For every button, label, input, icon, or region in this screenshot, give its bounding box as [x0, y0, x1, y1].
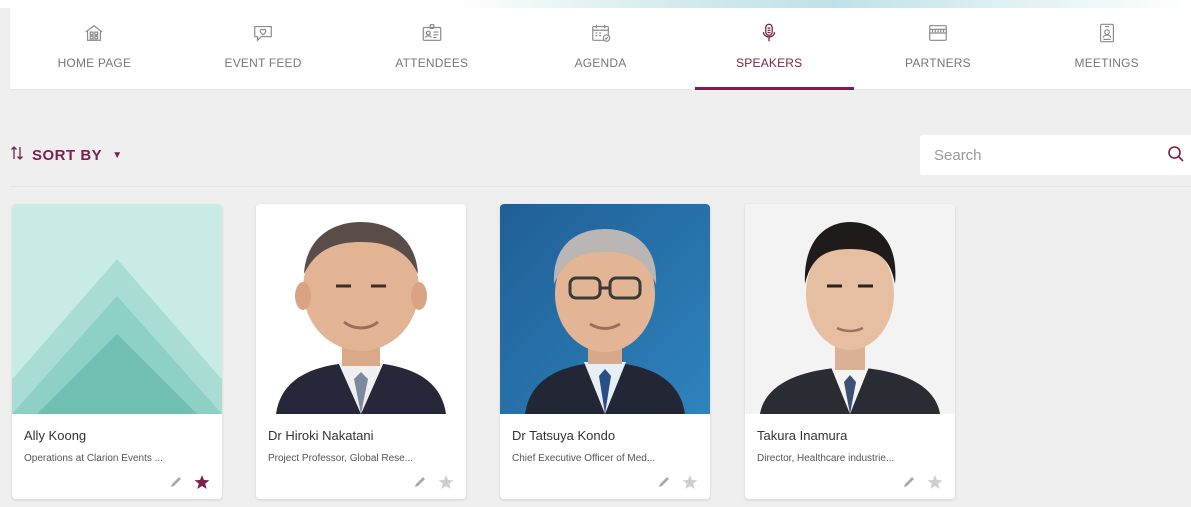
- id-card-icon: [420, 20, 444, 46]
- nav-label: SPEAKERS: [736, 56, 803, 70]
- search-icon[interactable]: [1167, 145, 1185, 163]
- nav-label: ATTENDEES: [395, 56, 469, 70]
- calendar-icon: [589, 20, 613, 46]
- speaker-placeholder-image: [12, 204, 222, 414]
- speaker-card[interactable]: Dr Tatsuya Kondo Chief Executive Officer…: [500, 204, 710, 499]
- pencil-icon[interactable]: [168, 474, 184, 490]
- search-box: [920, 135, 1191, 175]
- badge-icon: [1095, 20, 1119, 46]
- nav-partners[interactable]: PARTNERS: [854, 8, 1023, 90]
- nav-speakers[interactable]: SPEAKERS: [685, 8, 854, 90]
- storefront-icon: [926, 20, 950, 46]
- speaker-card[interactable]: Takura Inamura Director, Healthcare indu…: [745, 204, 955, 499]
- nav-agenda[interactable]: AGENDA: [516, 8, 685, 90]
- main-nav: HOME PAGE EVENT FEED ATTENDEES AGENDA SP…: [10, 8, 1191, 90]
- speaker-name: Takura Inamura: [757, 428, 848, 443]
- search-input[interactable]: [934, 146, 1154, 164]
- nav-label: MEETINGS: [1074, 56, 1139, 70]
- speaker-photo: [256, 204, 466, 414]
- speaker-role: Operations at Clarion Events ...: [24, 453, 163, 464]
- speaker-card[interactable]: Dr Hiroki Nakatani Project Professor, Gl…: [256, 204, 466, 499]
- speaker-role: Director, Healthcare industrie...: [757, 453, 895, 464]
- caret-down-icon: ▼: [112, 149, 123, 161]
- home-icon: [82, 20, 106, 46]
- pencil-icon[interactable]: [901, 474, 917, 490]
- nav-meetings[interactable]: MEETINGS: [1022, 8, 1191, 90]
- pencil-icon[interactable]: [412, 474, 428, 490]
- nav-label: EVENT FEED: [224, 56, 302, 70]
- speaker-name: Ally Koong: [24, 428, 87, 443]
- speaker-role: Chief Executive Officer of Med...: [512, 453, 656, 464]
- section-divider: [10, 186, 1191, 187]
- nav-home-page[interactable]: HOME PAGE: [10, 8, 179, 90]
- speaker-photo: [745, 204, 955, 414]
- speaker-card[interactable]: Ally Koong Operations at Clarion Events …: [12, 204, 222, 499]
- speaker-name: Dr Tatsuya Kondo: [512, 428, 616, 443]
- speaker-photo: [500, 204, 710, 414]
- nav-label: HOME PAGE: [57, 56, 132, 70]
- nav-label: PARTNERS: [905, 56, 971, 70]
- nav-label: AGENDA: [574, 56, 627, 70]
- sort-by-label: SORT BY: [32, 146, 103, 164]
- star-icon[interactable]: [927, 474, 943, 490]
- sort-by-dropdown[interactable]: SORT BY ▼: [10, 145, 123, 165]
- star-icon[interactable]: [682, 474, 698, 490]
- speaker-name: Dr Hiroki Nakatani: [268, 428, 374, 443]
- chat-heart-icon: [251, 20, 275, 46]
- top-banner-strip: [0, 0, 1191, 8]
- star-icon[interactable]: [438, 474, 454, 490]
- microphone-icon: [757, 20, 781, 46]
- nav-event-feed[interactable]: EVENT FEED: [179, 8, 348, 90]
- nav-attendees[interactable]: ATTENDEES: [347, 8, 516, 90]
- pencil-icon[interactable]: [656, 474, 672, 490]
- speaker-role: Project Professor, Global Rese...: [268, 453, 414, 464]
- sort-arrows-icon: [10, 145, 24, 165]
- star-icon[interactable]: [194, 474, 210, 490]
